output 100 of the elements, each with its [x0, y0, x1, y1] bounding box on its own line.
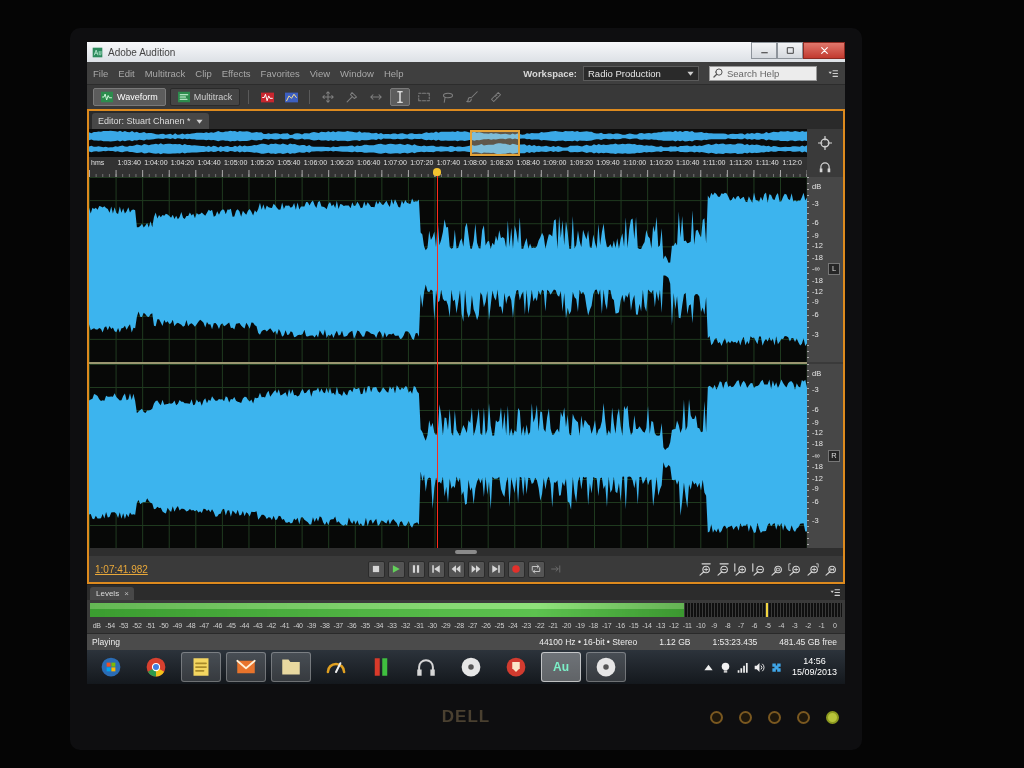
maximize-icon [785, 46, 795, 55]
bezel-button-icon [768, 710, 781, 724]
bezel-button-icon [739, 710, 752, 724]
waveform-view-icon [260, 90, 274, 104]
levels-tab[interactable]: Levels [90, 587, 123, 600]
monitor-logo: DELL [441, 707, 491, 727]
zoom-in-amplitude-icon [698, 562, 711, 576]
rewind-button[interactable] [447, 560, 465, 578]
start-orb-icon [101, 657, 121, 677]
bezel-button-icon [710, 710, 723, 724]
menu-item[interactable]: Window [340, 67, 374, 79]
go-to-end-button[interactable] [487, 560, 505, 578]
clock[interactable]: 14:56 15/09/2013 [787, 656, 841, 678]
app-icon [92, 46, 103, 58]
rewind-icon [451, 564, 461, 574]
horizontal-scrollbar[interactable] [89, 548, 843, 556]
caret-down-icon [195, 117, 203, 125]
headphones-icon [416, 657, 436, 677]
tray-app-icon[interactable] [770, 661, 782, 673]
taskbar-button[interactable] [226, 652, 266, 682]
loop-button[interactable] [527, 560, 545, 578]
zoom-in-at-in-point-button[interactable] [788, 562, 801, 576]
go-to-start-icon [431, 564, 441, 574]
menu-item[interactable]: Edit [118, 67, 135, 79]
free-space: 481.45 GB free [779, 637, 837, 647]
search-field[interactable]: Search Help [709, 65, 817, 81]
zoom-in-at-in-point-icon [788, 562, 801, 576]
zoom-in-time-icon [734, 562, 747, 576]
taskbar-button[interactable] [181, 652, 221, 682]
zoom-out-time-icon [752, 562, 765, 576]
menu-item[interactable]: Effects [221, 67, 251, 79]
speaker-icon[interactable] [753, 661, 765, 673]
bulb-icon[interactable] [719, 661, 731, 673]
taskbar-button[interactable] [271, 652, 311, 682]
audio-format: 44100 Hz • 16-bit • Stereo [539, 637, 638, 647]
scrollbar-thumb[interactable] [455, 550, 477, 554]
minimize-button[interactable] [751, 42, 777, 59]
menu-item[interactable]: View [309, 67, 331, 79]
editor-tab[interactable]: Editor: Stuart Chanen * [92, 113, 209, 129]
pause-icon [411, 564, 421, 574]
lasso-icon [442, 91, 455, 103]
double-arrow-icon [370, 91, 383, 103]
playback-status: Playing [92, 637, 120, 647]
razor-icon [346, 91, 359, 103]
panel-menu-icon[interactable] [827, 68, 839, 78]
skip-selection-icon [551, 564, 561, 574]
move-icon [322, 91, 335, 103]
zoom-out-time-button[interactable] [752, 562, 765, 576]
menu-item[interactable]: Help [383, 67, 404, 79]
close-icon [819, 46, 829, 55]
signal-bars-icon[interactable] [736, 661, 748, 673]
waveform-tab[interactable]: Waveform [93, 88, 166, 106]
go-to-end-icon [491, 564, 501, 574]
time-selection-tool[interactable] [390, 88, 411, 106]
crosshair-icon[interactable] [818, 136, 832, 150]
go-to-start-button[interactable] [427, 560, 445, 578]
workspace-label: Workspace: [523, 67, 577, 79]
stop-button[interactable] [367, 560, 385, 578]
maximize-button[interactable] [777, 42, 803, 59]
duration: 1:53:23.435 [712, 637, 758, 647]
folder-icon [281, 657, 301, 677]
search-icon [713, 68, 723, 78]
zoom-in-at-out-point-button[interactable] [806, 562, 819, 576]
browser-icon [146, 657, 166, 677]
caret-down-icon [687, 69, 694, 77]
pause-button[interactable] [407, 560, 425, 578]
fast-forward-button[interactable] [467, 560, 485, 578]
loop-icon [531, 564, 541, 574]
headphones-icon[interactable] [819, 161, 831, 173]
bezel-button-icon [797, 710, 810, 724]
taskbar-button[interactable]: Au [541, 652, 581, 682]
visible-range-window[interactable] [469, 130, 520, 156]
zoom-in-time-button[interactable] [734, 562, 747, 576]
stop-icon [371, 564, 381, 574]
shield-icon [506, 657, 526, 677]
taskbar-button[interactable] [586, 652, 626, 682]
panel-menu-icon[interactable] [829, 588, 841, 597]
menu-item[interactable]: Multitrack [144, 67, 186, 79]
fast-forward-icon [471, 564, 481, 574]
workspace-dropdown[interactable]: Radio Production [583, 65, 699, 81]
note-icon [191, 657, 211, 677]
record-icon [511, 564, 521, 574]
multitrack-tab[interactable]: Multitrack [169, 88, 241, 106]
play-button[interactable] [387, 560, 405, 578]
disc-icon [596, 657, 616, 677]
play-icon [391, 564, 401, 574]
menu-item[interactable]: Favorites [260, 67, 300, 79]
zoom-in-amplitude-button[interactable] [698, 562, 711, 576]
power-light-icon [826, 710, 839, 724]
menu-item[interactable]: Clip [195, 67, 212, 79]
waveform-icon [101, 91, 113, 103]
playhead[interactable] [433, 168, 442, 548]
zoom-out-amplitude-button[interactable] [716, 562, 729, 576]
disc-icon [461, 657, 481, 677]
menu-item[interactable]: File [93, 67, 109, 79]
spectrum-view-icon [284, 90, 298, 104]
window-title: Adobe Audition [108, 46, 176, 58]
close-button[interactable] [803, 42, 845, 59]
file-size: 1.12 GB [659, 637, 691, 647]
tab-close-button[interactable]: × [122, 587, 134, 600]
